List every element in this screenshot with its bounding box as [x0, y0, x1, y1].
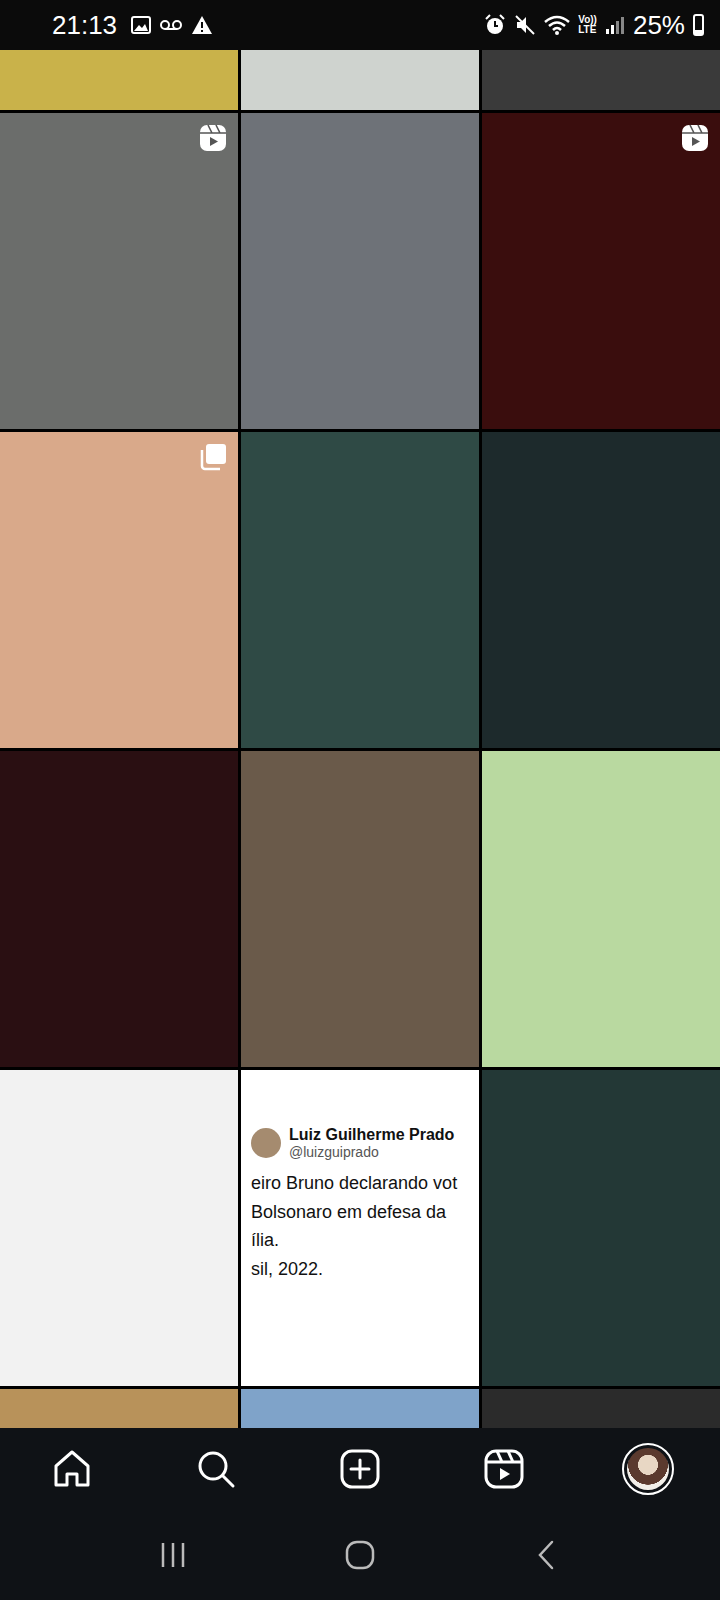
post-tile[interactable] — [482, 113, 720, 429]
post-tile[interactable] — [482, 50, 720, 110]
reel-icon — [680, 123, 710, 153]
alarm-icon — [484, 14, 506, 36]
post-tile[interactable] — [241, 751, 479, 1067]
voicemail-icon — [159, 18, 183, 32]
post-tile[interactable] — [241, 432, 479, 748]
tweet-author: Luiz Guilherme Prado — [289, 1126, 454, 1144]
reels-icon[interactable] — [482, 1447, 526, 1491]
network-type: Vo))LTE — [578, 15, 597, 35]
post-tile[interactable] — [482, 751, 720, 1067]
carousel-icon — [198, 442, 228, 472]
home-button-icon[interactable] — [344, 1539, 376, 1571]
post-tile[interactable] — [241, 113, 479, 429]
battery-icon — [693, 14, 704, 36]
post-tile[interactable] — [0, 432, 238, 748]
post-tile[interactable] — [482, 1070, 720, 1386]
system-navigation-bar — [0, 1510, 720, 1600]
home-icon[interactable] — [50, 1447, 94, 1491]
nav-item[interactable] — [618, 1439, 678, 1499]
status-bar: 21:13 Vo))LTE 25% — [0, 0, 720, 50]
tweet-text: ília. — [251, 1229, 469, 1252]
post-tile[interactable] — [241, 50, 479, 110]
nav-item[interactable] — [186, 1439, 246, 1499]
profile-avatar-icon[interactable] — [622, 1443, 674, 1495]
nav-item[interactable] — [42, 1439, 102, 1499]
tweet-text: Bolsonaro em defesa da — [251, 1201, 469, 1224]
recent-apps-icon[interactable] — [157, 1539, 189, 1571]
bottom-nav — [0, 1428, 720, 1510]
back-icon[interactable] — [531, 1539, 563, 1571]
battery-percent: 25% — [633, 10, 685, 41]
tweet-handle: @luizguiprado — [289, 1144, 454, 1160]
post-tile[interactable] — [482, 432, 720, 748]
reel-icon — [198, 123, 228, 153]
search-icon[interactable] — [194, 1447, 238, 1491]
post-tile[interactable] — [0, 50, 238, 110]
instagram-profile-screen: 21:13 Vo))LTE 25% Luiz Guilherme Prado @… — [0, 0, 720, 1600]
post-tile[interactable]: Luiz Guilherme Prado @luizguiprado eiro … — [241, 1070, 479, 1386]
tweet-text: sil, 2022. — [251, 1258, 469, 1281]
gallery-icon — [131, 16, 151, 34]
posts-grid-viewport: Luiz Guilherme Prado @luizguiprado eiro … — [0, 50, 720, 1428]
signal-icon — [605, 15, 625, 35]
warning-icon — [191, 15, 213, 35]
avatar-icon — [251, 1128, 281, 1158]
posts-grid: Luiz Guilherme Prado @luizguiprado eiro … — [0, 50, 720, 1428]
post-tile[interactable] — [0, 1389, 238, 1428]
wifi-icon — [544, 14, 570, 36]
post-tile[interactable] — [0, 1070, 238, 1386]
tweet-text: eiro Bruno declarando vot — [251, 1172, 469, 1195]
post-tile[interactable] — [0, 113, 238, 429]
post-tile[interactable] — [0, 751, 238, 1067]
create-post-icon[interactable] — [338, 1447, 382, 1491]
post-tile[interactable] — [482, 1389, 720, 1428]
nav-item[interactable] — [474, 1439, 534, 1499]
tweet-screenshot: Luiz Guilherme Prado @luizguiprado eiro … — [241, 1070, 479, 1290]
post-tile[interactable] — [241, 1389, 479, 1428]
nav-item[interactable] — [330, 1439, 390, 1499]
mute-icon — [514, 14, 536, 36]
clock: 21:13 — [52, 10, 117, 41]
